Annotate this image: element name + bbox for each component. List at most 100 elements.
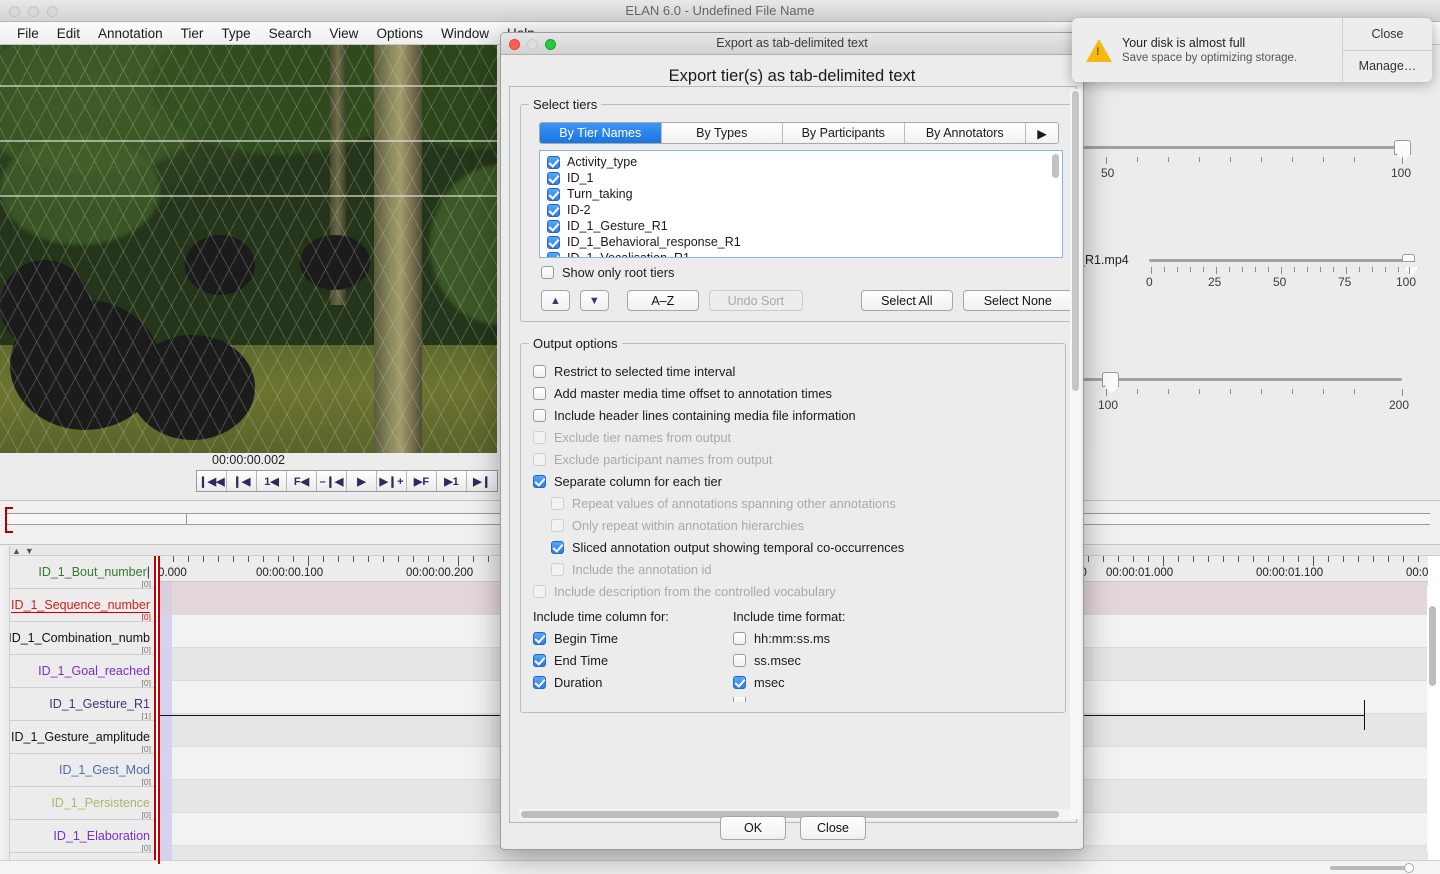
- next-annotation-button[interactable]: ▶F: [407, 471, 437, 491]
- tier-list-item[interactable]: ID_1: [540, 170, 1062, 186]
- tier-label-row[interactable]: ID_1_Sequence_number [0]: [10, 589, 154, 622]
- tier-checkbox[interactable]: [547, 219, 560, 233]
- opt-include-header-lines-checkbox[interactable]: [533, 409, 546, 422]
- disk-full-notification[interactable]: Your disk is almost full Save space by o…: [1072, 18, 1432, 82]
- time-fmt-msec-checkbox[interactable]: [733, 676, 746, 689]
- tier-checkbox[interactable]: [547, 203, 560, 217]
- tier-label-row[interactable]: ID_1_Bout_number | [0]: [10, 556, 154, 589]
- time-col-begin-time-checkbox[interactable]: [533, 632, 546, 645]
- menu-file[interactable]: File: [8, 24, 48, 43]
- tier-checkbox[interactable]: [547, 251, 560, 257]
- time-fmt-smpte[interactable]: SMPTE Timecode (hh:mm:ss:ff): [733, 697, 933, 702]
- dialog-scroll-body[interactable]: Select tiers By Tier Names By Types By P…: [509, 86, 1077, 823]
- show-only-root-tiers-checkbox[interactable]: [541, 266, 554, 279]
- tier-label-row[interactable]: ID_1_Gesture_R1 [1]: [10, 688, 154, 721]
- menu-view[interactable]: View: [320, 24, 367, 43]
- time-fmt-hhmmssms[interactable]: hh:mm:ss.ms: [733, 631, 933, 646]
- tier-list-item[interactable]: ID_1_Vocalisation_R1: [540, 250, 1062, 257]
- time-fmt-ssmsec[interactable]: ss.msec: [733, 653, 933, 668]
- opt-sliced-annotation-output-checkbox[interactable]: [551, 541, 564, 554]
- tab-by-tier-names[interactable]: By Tier Names: [540, 123, 662, 143]
- move-down-button[interactable]: ▼: [579, 290, 609, 311]
- close-button[interactable]: Close: [800, 816, 866, 840]
- tier-checkbox[interactable]: [547, 187, 560, 201]
- menu-tier[interactable]: Tier: [172, 24, 213, 43]
- menu-type[interactable]: Type: [212, 24, 259, 43]
- tier-list-scrollbar[interactable]: [1051, 154, 1060, 254]
- sort-up-icon[interactable]: ▲: [12, 546, 21, 556]
- sort-down-icon[interactable]: ▼: [25, 546, 34, 556]
- opt-restrict-time-interval-checkbox[interactable]: [533, 365, 546, 378]
- notification-close-button[interactable]: Close: [1343, 18, 1432, 51]
- time-fmt-ssmsec-checkbox[interactable]: [733, 654, 746, 667]
- menu-search[interactable]: Search: [260, 24, 321, 43]
- time-fmt-hhmmssms-checkbox[interactable]: [733, 632, 746, 645]
- tier-list-item[interactable]: Activity_type: [540, 154, 1062, 170]
- tier-selection-tabs[interactable]: By Tier Names By Types By Participants B…: [539, 122, 1059, 144]
- tier-checkbox[interactable]: [547, 171, 560, 185]
- opt-sliced-annotation-output[interactable]: Sliced annotation output showing tempora…: [551, 540, 1057, 555]
- tier-label-row[interactable]: ID_1_Gest_Mod [0]: [10, 754, 154, 787]
- tier-name-column[interactable]: ID_1_Bout_number | [0] ID_1_Sequence_numb…: [10, 556, 156, 874]
- opt-restrict-time-interval[interactable]: Restrict to selected time interval: [533, 364, 1057, 379]
- time-fmt-msec[interactable]: msec: [733, 675, 933, 690]
- play-pause-button[interactable]: ▶: [347, 471, 377, 491]
- tier-list-item[interactable]: Turn_taking: [540, 186, 1062, 202]
- next-boundary-button[interactable]: ▶❙+: [377, 471, 407, 491]
- menu-window[interactable]: Window: [432, 24, 498, 43]
- video-viewer[interactable]: [0, 45, 497, 455]
- tier-checkbox-list[interactable]: Activity_type ID_1 Turn_taking ID-2 ID_1…: [539, 150, 1063, 258]
- select-all-button[interactable]: Select All: [860, 290, 953, 311]
- playhead-cursor[interactable]: [158, 556, 160, 864]
- tier-label-row[interactable]: ID_1_Elaboration [0]: [10, 820, 154, 853]
- opt-add-media-offset-checkbox[interactable]: [533, 387, 546, 400]
- time-col-duration[interactable]: Duration: [533, 675, 733, 690]
- time-fmt-smpte-checkbox[interactable]: [733, 697, 746, 702]
- time-col-begin-time[interactable]: Begin Time: [533, 631, 733, 646]
- time-col-duration-checkbox[interactable]: [533, 676, 546, 689]
- tier-label-row[interactable]: ID_1_Persistence [0]: [10, 787, 154, 820]
- tier-label-row[interactable]: ID_1_Goal_reached [0]: [10, 655, 154, 688]
- tier-label-row[interactable]: ID_1_Combination_numb [0]: [10, 622, 154, 655]
- next-frame-button[interactable]: ▶1: [437, 471, 467, 491]
- time-col-end-time[interactable]: End Time: [533, 653, 733, 668]
- tab-by-annotators[interactable]: By Annotators: [904, 123, 1026, 143]
- previous-frame-button[interactable]: 1◀: [257, 471, 287, 491]
- dialog-vertical-scrollbar[interactable]: [1070, 89, 1081, 819]
- tier-checkbox[interactable]: [547, 155, 560, 169]
- sort-az-button[interactable]: A–Z: [626, 290, 699, 311]
- tier-list-item[interactable]: ID-2: [540, 202, 1062, 218]
- tier-list-item[interactable]: ID_1_Gesture_R1: [540, 218, 1062, 234]
- go-to-end-button[interactable]: ▶❙: [467, 471, 497, 491]
- density-crosshair-cursor[interactable]: [5, 507, 7, 533]
- menu-edit[interactable]: Edit: [48, 24, 89, 43]
- opt-separate-column-per-tier[interactable]: Separate column for each tier: [533, 474, 1057, 489]
- tier-checkbox[interactable]: [547, 235, 560, 249]
- menu-annotation[interactable]: Annotation: [89, 24, 172, 43]
- previous-scroll-view-button[interactable]: ❙◀: [227, 471, 257, 491]
- previous-boundary-button[interactable]: –❙◀: [317, 471, 347, 491]
- select-none-button[interactable]: Select None: [962, 290, 1073, 311]
- annotation-boundary[interactable]: [1364, 700, 1365, 730]
- notification-manage-button[interactable]: Manage…: [1343, 51, 1432, 83]
- chevron-right-icon[interactable]: ▶: [1026, 123, 1058, 143]
- export-dialog[interactable]: Export as tab-delimited text Export tier…: [500, 32, 1084, 850]
- timeline-vertical-scrollbar[interactable]: [1427, 586, 1438, 851]
- tier-list-item[interactable]: ID_1_Behavioral_response_R1: [540, 234, 1062, 250]
- menu-options[interactable]: Options: [367, 24, 432, 43]
- opt-separate-column-per-tier-checkbox[interactable]: [533, 475, 546, 488]
- go-to-begin-button[interactable]: ❙◀◀: [197, 471, 227, 491]
- previous-annotation-button[interactable]: F◀: [287, 471, 317, 491]
- time-col-end-time-checkbox[interactable]: [533, 654, 546, 667]
- bottom-slider-knob[interactable]: [1404, 863, 1414, 873]
- ok-button[interactable]: OK: [720, 816, 786, 840]
- opt-add-media-offset[interactable]: Add master media time offset to annotati…: [533, 386, 1057, 401]
- tab-by-participants[interactable]: By Participants: [783, 123, 905, 143]
- tier-label-row[interactable]: ID_1_Gesture_amplitude [0]: [10, 721, 154, 754]
- tier-sort-controls[interactable]: ▲ ▼: [12, 546, 34, 556]
- opt-include-header-lines[interactable]: Include header lines containing media fi…: [533, 408, 1057, 423]
- tab-by-types[interactable]: By Types: [661, 123, 783, 143]
- show-only-root-tiers-row[interactable]: Show only root tiers: [541, 265, 1073, 280]
- move-up-button[interactable]: ▲: [541, 290, 570, 311]
- bottom-slider-track[interactable]: [1330, 866, 1410, 870]
